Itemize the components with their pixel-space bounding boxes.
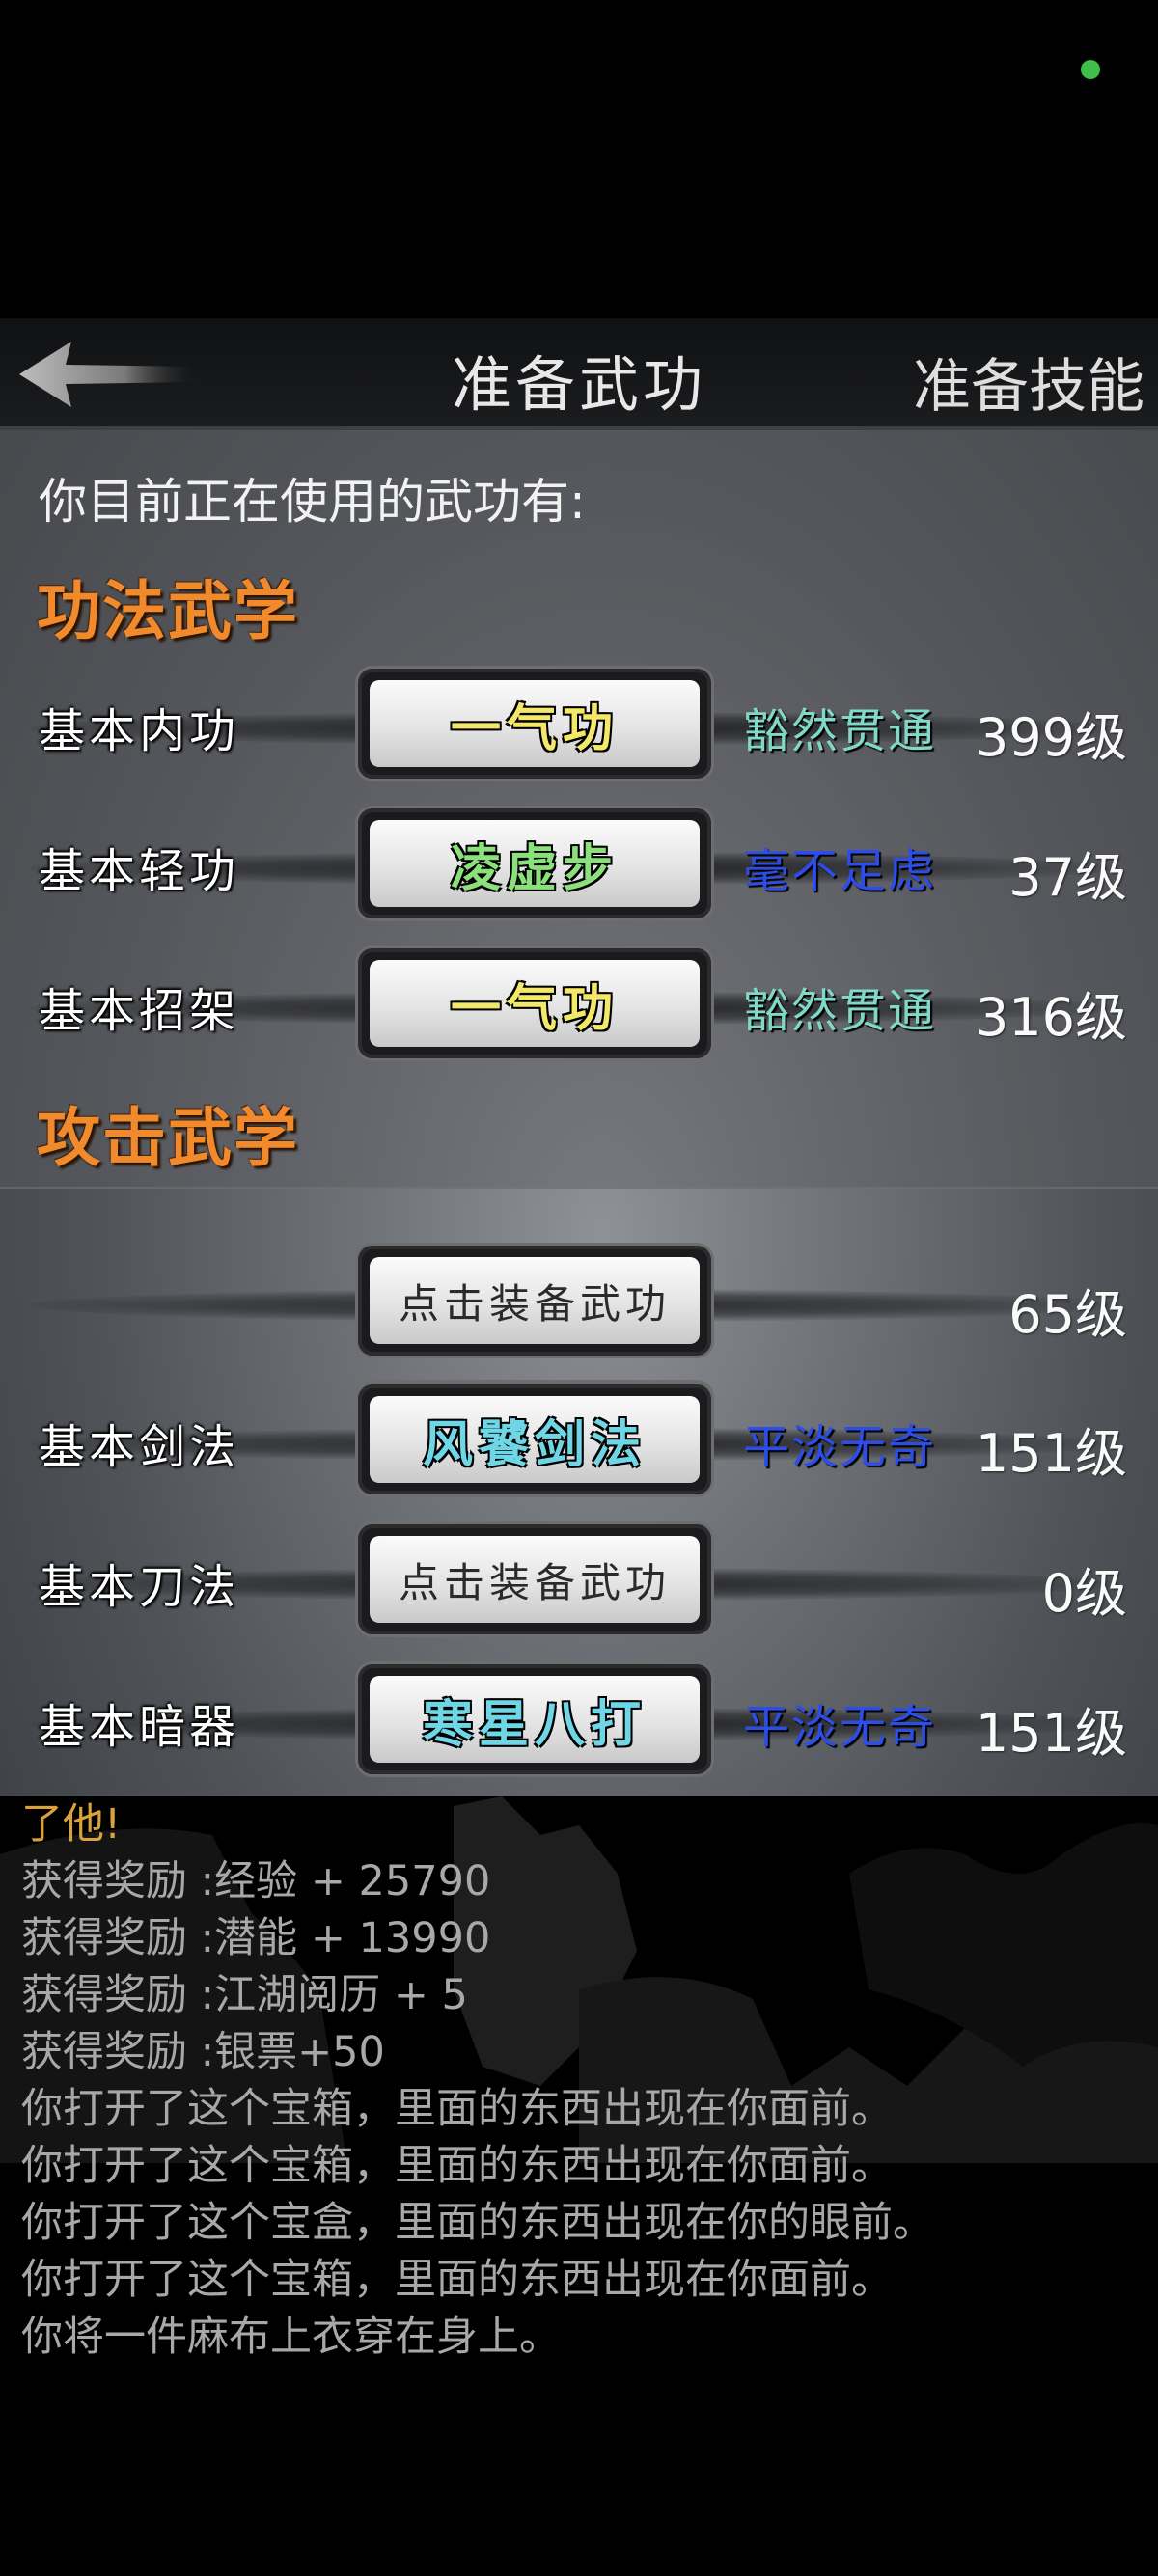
equip-skill-button[interactable]: 点击装备武功 — [355, 1243, 714, 1358]
skill-level: 37级 — [1008, 847, 1127, 908]
skill-name: 点击装备武功 — [398, 1279, 671, 1328]
skill-level: 65级 — [1008, 1284, 1127, 1345]
skill-category-label: 基本内功 — [39, 704, 240, 758]
skill-level: 151级 — [975, 1703, 1127, 1764]
equip-skill-button[interactable]: 寒星八打 — [355, 1661, 714, 1777]
skill-row-hidden-weapon: 基本暗器 寒星八打 平淡无奇 151级 — [0, 1661, 1158, 1777]
log-line: 你打开了这个宝箱，里面的东西出现在你面前。 — [21, 2142, 893, 2190]
log-line: 了他! — [21, 1800, 122, 1849]
equip-skill-button[interactable]: 凌虚步 — [355, 806, 714, 921]
skill-rank: 毫不足虑 — [743, 844, 937, 898]
top-bar: 准备武功 准备技能 — [0, 318, 1158, 430]
equip-skill-button[interactable]: 一气功 — [355, 666, 714, 781]
skill-category-label: 基本剑法 — [39, 1420, 240, 1474]
skill-name: 一气功 — [450, 699, 619, 758]
skill-name: 风饕剑法 — [422, 1414, 647, 1474]
skill-category-label: 基本暗器 — [39, 1700, 240, 1754]
prepare-skill-button[interactable]: 准备技能 — [913, 340, 1144, 424]
log-line: 获得奖励 :经验 + 25790 — [21, 1857, 491, 1905]
log-lines: 了他! 获得奖励 :经验 + 25790 获得奖励 :潜能 + 13990 获得… — [21, 1796, 934, 2366]
skill-level: 151级 — [975, 1423, 1127, 1484]
skill-level: 0级 — [1041, 1563, 1127, 1624]
skill-name: 一气功 — [450, 978, 619, 1038]
skill-panel: 点击装备武功 65级 基本剑法 风饕剑法 平淡无奇 151级 基本刀法 点击装备… — [0, 318, 1158, 1796]
skill-name: 点击装备武功 — [398, 1558, 671, 1606]
equip-skill-button[interactable]: 点击装备武功 — [355, 1521, 714, 1637]
log-line: 获得奖励 :银票+50 — [21, 2028, 385, 2076]
equip-skill-button[interactable]: 一气功 — [355, 945, 714, 1061]
log-line: 你打开了这个宝箱，里面的东西出现在你面前。 — [21, 2085, 893, 2133]
skill-rank: 豁然贯通 — [743, 984, 937, 1038]
skill-row-internal: 基本内功 一气功 豁然贯通 399级 — [0, 666, 1158, 781]
equip-skill-button[interactable]: 风饕剑法 — [355, 1382, 714, 1497]
skill-row-sword: 基本剑法 风饕剑法 平淡无奇 151级 — [0, 1382, 1158, 1497]
skill-row-parry: 基本招架 一气功 豁然贯通 316级 — [0, 945, 1158, 1061]
skill-name: 寒星八打 — [422, 1694, 647, 1754]
skill-category-label: 基本招架 — [39, 984, 240, 1038]
section-title-attack: 攻击武学 — [37, 1100, 299, 1175]
skill-rank: 平淡无奇 — [743, 1700, 937, 1754]
skill-level: 316级 — [975, 987, 1127, 1048]
skill-category-label: 基本刀法 — [39, 1560, 240, 1614]
intro-text: 你目前正在使用的武功有: — [39, 474, 586, 530]
log-line: 你将一件麻布上衣穿在身上。 — [21, 2313, 561, 2361]
status-indicator — [1081, 60, 1100, 79]
skill-row-blade: 基本刀法 点击装备武功 0级 — [0, 1521, 1158, 1637]
message-log: 了他! 获得奖励 :经验 + 25790 获得奖励 :潜能 + 13990 获得… — [0, 1796, 1158, 2576]
section-title-internal: 功法武学 — [37, 573, 299, 648]
skill-row: 点击装备武功 65级 — [0, 1243, 1158, 1358]
skill-rank: 豁然贯通 — [743, 704, 937, 758]
skill-level: 399级 — [975, 707, 1127, 768]
skill-category-label: 基本轻功 — [39, 844, 240, 898]
skill-name: 凌虚步 — [450, 838, 619, 898]
log-line: 你打开了这个宝盒，里面的东西出现在你的眼前。 — [21, 2199, 934, 2247]
log-line: 获得奖励 :江湖阅历 + 5 — [21, 1971, 468, 2019]
log-line: 获得奖励 :潜能 + 13990 — [21, 1914, 491, 1962]
skill-row-lightness: 基本轻功 凌虚步 毫不足虑 37级 — [0, 806, 1158, 921]
log-line: 你打开了这个宝箱，里面的东西出现在你面前。 — [21, 2256, 893, 2304]
skill-rank: 平淡无奇 — [743, 1420, 937, 1474]
